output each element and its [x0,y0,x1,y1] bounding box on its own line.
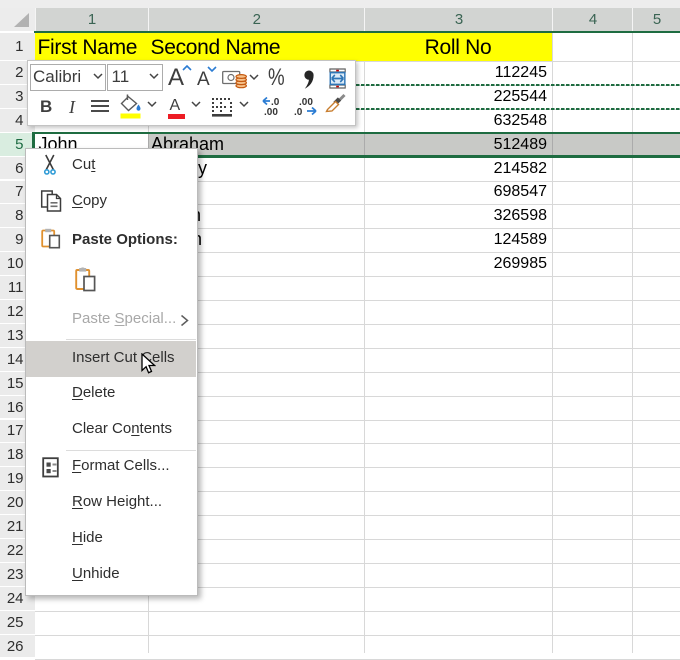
svg-text:.00: .00 [264,107,278,116]
svg-text:.0: .0 [294,107,303,116]
